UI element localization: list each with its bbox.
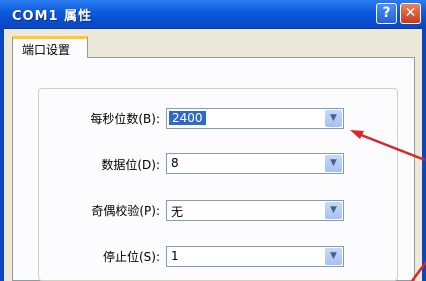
annotation-arrow-line-lower	[410, 261, 426, 281]
annotation-arrowhead	[350, 130, 364, 139]
tab-label: 端口设置	[22, 43, 71, 57]
tab-port-settings[interactable]: 端口设置	[12, 36, 88, 58]
annotation-arrow-line	[355, 131, 426, 162]
properties-dialog: COM1 属性 ? ✕ 端口设置 每秒位数(B): 2400 ▼ 数据位(D):…	[0, 0, 426, 281]
